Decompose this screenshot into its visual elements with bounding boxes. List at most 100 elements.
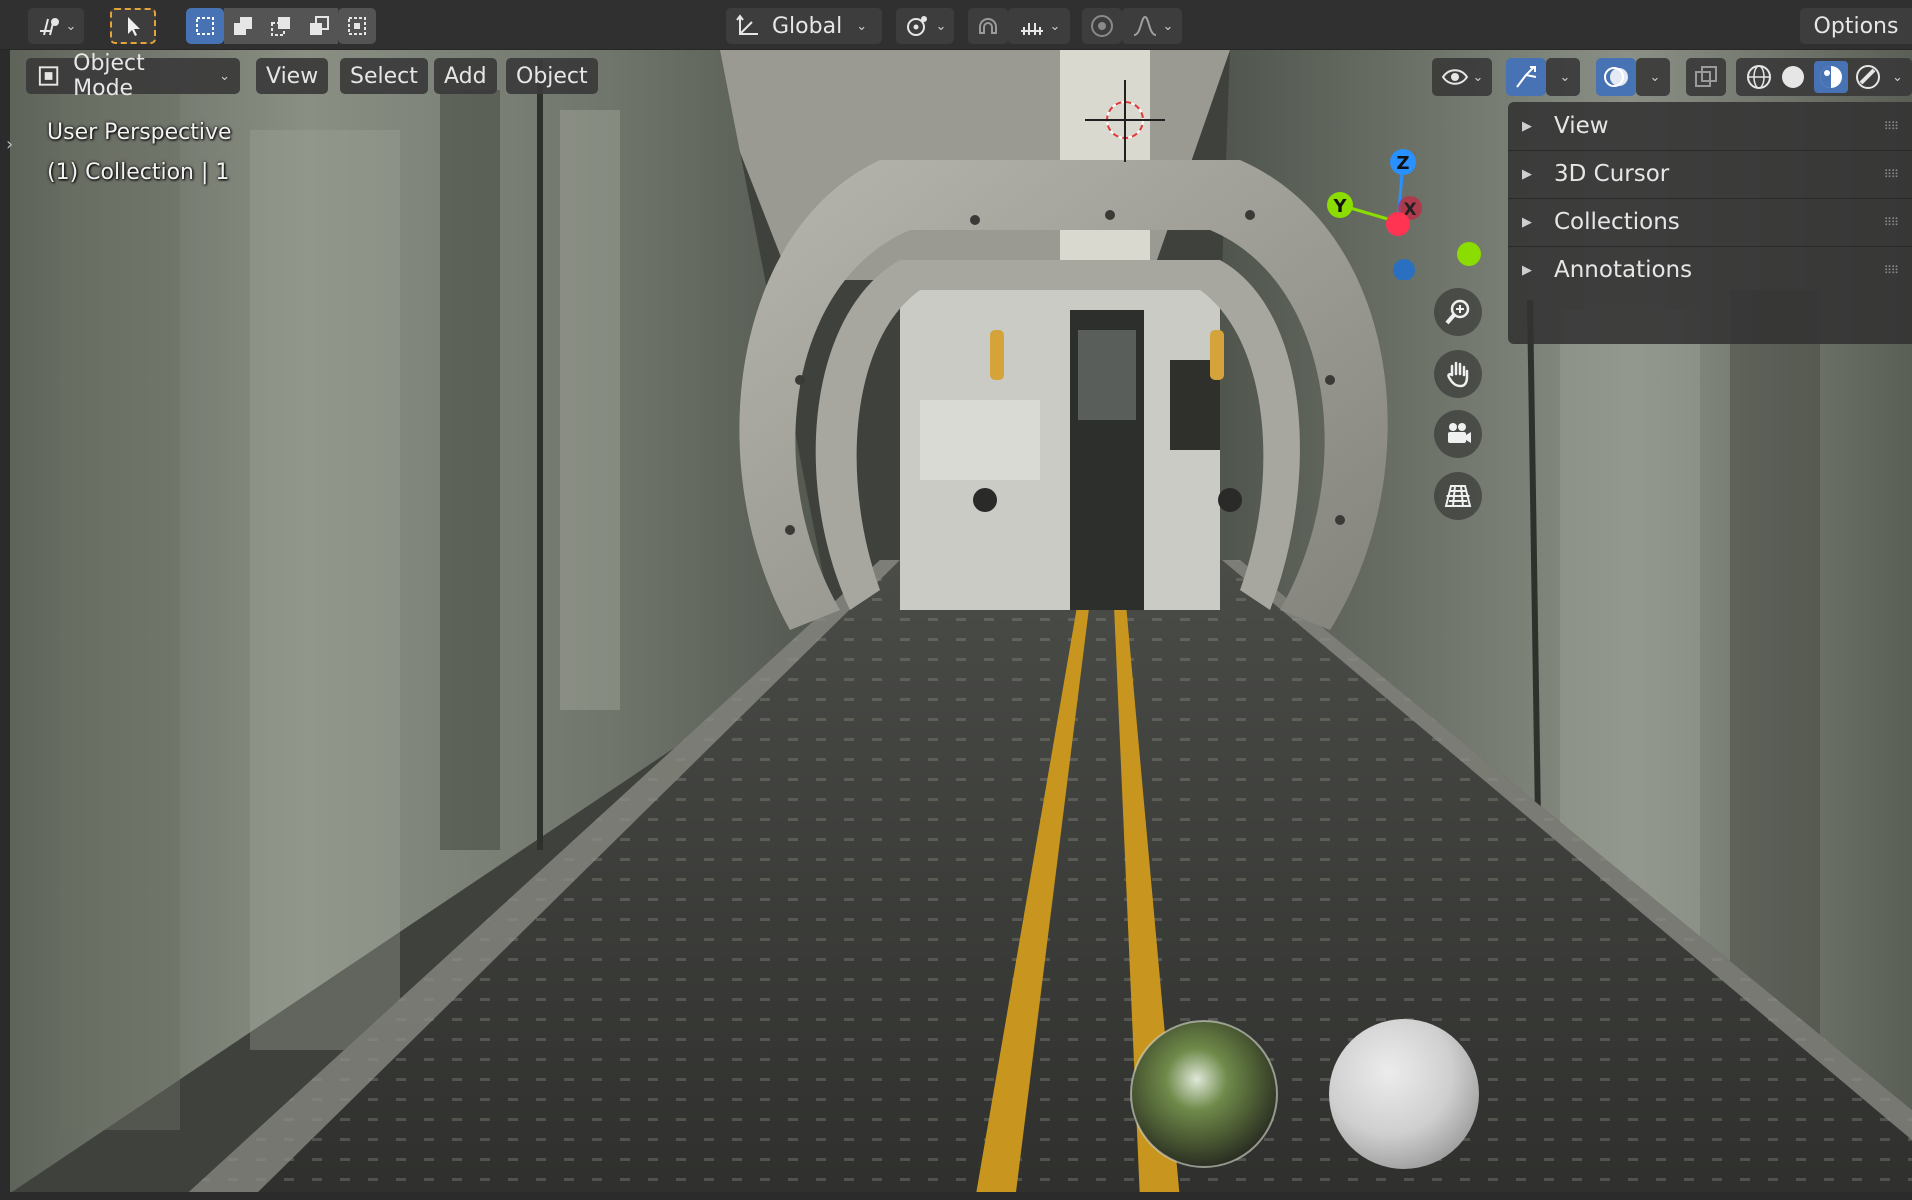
object-mode-dropdown[interactable]: Object Mode ⌄ [26, 51, 240, 101]
object-mode-icon [38, 66, 59, 86]
select-mode-subtract-button[interactable] [262, 8, 300, 44]
add-menu[interactable]: Add [434, 58, 497, 94]
drag-handle-icon[interactable]: ⠿⠿ [1884, 168, 1899, 181]
gizmo-neg-y-axis[interactable] [1457, 242, 1481, 266]
camera-view-button[interactable] [1434, 410, 1482, 458]
gizmo-icon [1516, 66, 1537, 88]
pan-button[interactable] [1434, 350, 1482, 398]
gizmo-neg-x-axis[interactable] [1386, 212, 1410, 236]
view-menu[interactable]: View [256, 58, 329, 94]
chevron-down-icon: ⌄ [935, 18, 947, 34]
chevron-down-icon: ⌄ [1649, 69, 1661, 85]
toolbar-expand-icon[interactable]: › [6, 134, 13, 155]
select-intersect-icon [348, 17, 366, 35]
pivot-point-icon [906, 16, 927, 36]
proportional-edit-button[interactable] [1082, 8, 1122, 44]
select-mode-intersect-button[interactable] [338, 8, 376, 44]
snap-increment-icon [1020, 23, 1043, 35]
rendered-shading-icon[interactable] [1854, 63, 1882, 91]
material-preview-shading-button[interactable] [1813, 61, 1848, 93]
select-extend-icon [234, 17, 252, 35]
sidebar-panel: ▶ View ⠿⠿ ▶ 3D Cursor ⠿⠿ ▶ Collections ⠿… [1508, 102, 1912, 344]
transform-orientation-label: Global [772, 13, 843, 39]
expand-triangle-icon: ▶ [1522, 118, 1532, 134]
magnet-icon [979, 18, 997, 34]
expand-triangle-icon: ▶ [1522, 214, 1532, 230]
select-tool-button[interactable] [110, 8, 156, 44]
3d-viewport[interactable]: › Object Mode ⌄ View Select Add Object ⌄… [0, 50, 1912, 1200]
object-menu[interactable]: Object [506, 58, 598, 94]
select-mode-new-button[interactable] [186, 8, 224, 44]
viewport-left-edge [0, 50, 10, 1200]
drag-handle-icon[interactable]: ⠿⠿ [1884, 216, 1899, 229]
select-mode-extend-button[interactable] [224, 8, 262, 44]
sidebar-item-label: Annotations [1554, 257, 1693, 283]
camera-icon [1448, 423, 1471, 443]
options-dropdown[interactable]: Options [1800, 8, 1912, 44]
xray-icon [1695, 66, 1717, 87]
sidebar-item-label: Collections [1554, 209, 1680, 235]
wireframe-shading-icon[interactable] [1745, 63, 1773, 91]
material-preview-shading-icon [1819, 66, 1842, 88]
visibility-dropdown[interactable]: ⌄ [1432, 58, 1492, 96]
overlays-icon [1604, 67, 1628, 87]
proportional-edit-icon [1091, 15, 1113, 37]
grid-ortho-icon [1444, 485, 1472, 507]
sidebar-item-label: View [1554, 113, 1609, 139]
eye-icon [1441, 69, 1468, 85]
sidebar-item-annotations[interactable]: ▶ Annotations ⠿⠿ [1508, 246, 1912, 294]
chevron-down-icon: ⌄ [1049, 18, 1061, 34]
chevron-down-icon[interactable]: ⌄ [1892, 70, 1903, 85]
select-invert-icon [310, 16, 329, 35]
sidebar-item-label: 3D Cursor [1554, 161, 1670, 187]
sidebar-item-3d-cursor[interactable]: ▶ 3D Cursor ⠿⠿ [1508, 150, 1912, 198]
pivot-point-dropdown[interactable]: ⌄ [896, 8, 954, 44]
chevron-down-icon: ⌄ [1472, 69, 1484, 85]
options-label: Options [1813, 13, 1899, 39]
object-mode-label: Object Mode [73, 51, 145, 101]
view-perspective-label: User Perspective [47, 120, 232, 145]
snap-target-dropdown[interactable]: ⌄ [1008, 8, 1070, 44]
active-collection-label: (1) Collection | 1 [47, 160, 230, 185]
expand-triangle-icon: ▶ [1522, 262, 1532, 278]
select-mode-invert-button[interactable] [300, 8, 338, 44]
chevron-down-icon: ⌄ [219, 68, 230, 84]
zoom-icon [1445, 299, 1470, 325]
editor-type-dropdown[interactable]: ⌄ [28, 8, 84, 44]
ortho-toggle-button[interactable] [1434, 472, 1482, 520]
falloff-curve-icon [1133, 15, 1156, 36]
solid-shading-icon[interactable] [1779, 63, 1807, 91]
sidebar-item-collections[interactable]: ▶ Collections ⠿⠿ [1508, 198, 1912, 246]
select-subtract-icon [271, 17, 290, 36]
xray-toggle-button[interactable] [1686, 58, 1726, 96]
drag-handle-icon[interactable]: ⠿⠿ [1884, 264, 1899, 277]
top-header-bar: ⌄ Global ⌄ ⌄ ⌄ ⌄ Options [0, 0, 1912, 50]
select-new-icon [196, 17, 214, 35]
hand-pan-icon [1447, 361, 1469, 388]
transform-orientation-icon [736, 14, 758, 35]
gizmo-z-label: Z [1396, 153, 1409, 174]
viewport-bottom-edge [0, 1192, 1912, 1200]
zoom-button[interactable] [1434, 288, 1482, 336]
navigation-gizmo[interactable]: Z Y X [1310, 120, 1490, 280]
sidebar-item-view[interactable]: ▶ View ⠿⠿ [1508, 102, 1912, 150]
gizmo-y-label: Y [1332, 196, 1347, 217]
chevron-down-icon: ⌄ [856, 18, 868, 34]
snap-toggle-button[interactable] [968, 8, 1008, 44]
expand-triangle-icon: ▶ [1522, 166, 1532, 182]
gizmo-neg-z-axis[interactable] [1393, 259, 1415, 280]
3d-viewport-editor-icon [39, 18, 59, 36]
select-menu[interactable]: Select [340, 58, 428, 94]
chevron-down-icon: ⌄ [1559, 69, 1571, 85]
proportional-falloff-dropdown[interactable]: ⌄ [1122, 8, 1182, 44]
overlays-options-dropdown[interactable]: ⌄ [1636, 58, 1670, 96]
select-cursor-icon [128, 17, 140, 36]
gizmo-options-dropdown[interactable]: ⌄ [1546, 58, 1580, 96]
gizmo-toggle-button[interactable] [1506, 58, 1546, 96]
transform-orientation-dropdown[interactable]: Global ⌄ [726, 8, 882, 44]
drag-handle-icon[interactable]: ⠿⠿ [1884, 120, 1899, 133]
chevron-down-icon: ⌄ [65, 18, 77, 34]
overlays-toggle-button[interactable] [1596, 58, 1636, 96]
chevron-down-icon: ⌄ [1162, 18, 1174, 34]
shading-mode-group: ⌄ [1736, 58, 1912, 96]
